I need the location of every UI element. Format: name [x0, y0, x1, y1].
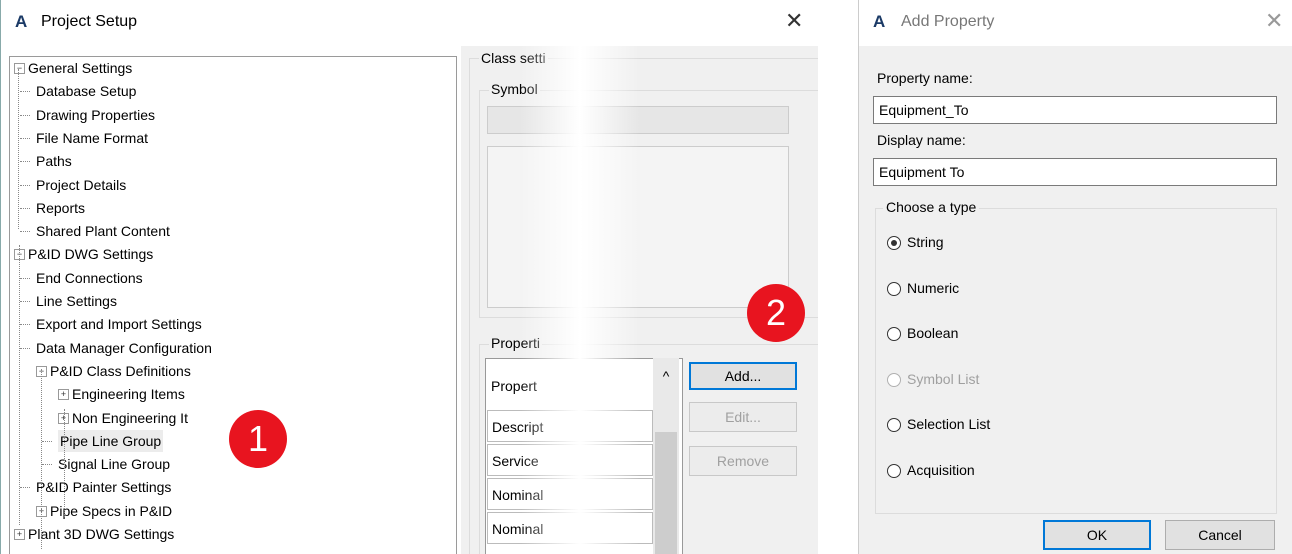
tree-connector — [20, 347, 30, 349]
tree-connector — [20, 277, 30, 279]
tree-connector — [20, 184, 30, 186]
type-radio-label[interactable]: Symbol List — [907, 371, 979, 387]
tree-item[interactable]: Reports — [36, 197, 85, 219]
tree-connector — [20, 207, 30, 209]
autocad-logo-icon: A — [15, 12, 28, 31]
tree-item[interactable]: Database Setup — [36, 80, 136, 102]
scroll-up-icon[interactable]: ^ — [653, 358, 679, 388]
tree-connector — [20, 487, 30, 489]
property-name-input[interactable]: Equipment_To — [873, 96, 1277, 124]
tree-item[interactable]: Paths — [36, 150, 72, 172]
close-icon[interactable]: ✕ — [1265, 8, 1283, 34]
tree-item[interactable]: End Connections — [36, 267, 143, 289]
tree-item[interactable]: Data Manager Configuration — [36, 337, 212, 359]
type-radio[interactable] — [887, 418, 901, 432]
tree-item[interactable]: Line Settings — [36, 290, 117, 312]
tree-item[interactable]: Shared Plant Content — [36, 220, 170, 242]
tree-connector — [19, 245, 20, 525]
tree-item[interactable]: Drawing Properties — [36, 104, 155, 126]
tree-item[interactable]: P&ID DWG Settings — [28, 243, 153, 265]
tree-connector — [20, 114, 30, 116]
edit-button[interactable]: Edit... — [689, 402, 797, 432]
display-name-input[interactable]: Equipment To — [873, 158, 1277, 186]
add-property-dialog: A Add Property ✕ Property name: Equipmen… — [858, 0, 1292, 554]
tree-connector — [18, 69, 19, 229]
tree-item[interactable]: Plant 3D DWG Settings — [28, 523, 174, 545]
tree-connector — [20, 161, 30, 163]
remove-button[interactable]: Remove — [689, 446, 797, 476]
callout-badge-1: 1 — [229, 410, 287, 468]
tree-expander-icon[interactable]: + — [58, 389, 69, 401]
type-group-label: Choose a type — [883, 199, 980, 215]
type-radio-label[interactable]: Boolean — [907, 325, 958, 341]
tree-item[interactable]: File Name Format — [36, 127, 148, 149]
cancel-button[interactable]: Cancel — [1165, 520, 1275, 550]
tree-connector — [20, 91, 30, 93]
tree-item[interactable]: Non Engineering It — [72, 407, 188, 429]
tree-item[interactable]: Pipe Specs in P&ID — [50, 500, 172, 522]
tree-item[interactable]: Project Details — [36, 174, 126, 196]
add-button[interactable]: Add... — [689, 362, 797, 390]
type-radio[interactable] — [887, 236, 901, 250]
tree-connector — [64, 409, 65, 517]
settings-tree[interactable]: − General Settings Database Setup Drawing P… — [9, 56, 457, 554]
scroll-thumb[interactable] — [655, 432, 677, 554]
tree-connector — [42, 440, 52, 442]
type-radio[interactable] — [887, 463, 901, 478]
tree-item[interactable]: Engineering Items — [72, 383, 185, 405]
add-property-titlebar[interactable]: A Add Property ✕ — [859, 0, 1292, 46]
tree-item[interactable]: P&ID Painter Settings — [36, 476, 171, 498]
project-setup-titlebar[interactable]: A Project Setup ✕ — [1, 0, 818, 46]
split-fade-divider — [520, 0, 640, 554]
tree-connector — [42, 464, 52, 466]
dialog-title: Add Property — [901, 13, 995, 30]
tree-item[interactable]: Signal Line Group — [58, 453, 170, 475]
tree-connector — [20, 137, 30, 139]
callout-badge-2: 2 — [747, 284, 805, 342]
tree-connector — [20, 301, 30, 302]
tree-item[interactable]: Export and Import Settings — [36, 313, 202, 335]
type-radio-label[interactable]: Selection List — [907, 416, 990, 432]
tree-connector — [20, 324, 30, 326]
display-name-label: Display name: — [877, 132, 966, 148]
tree-item[interactable]: Pipe Line Group — [58, 429, 164, 452]
tree-expander-icon[interactable]: + — [14, 529, 25, 540]
tree-item[interactable]: P&ID Class Definitions — [50, 360, 191, 382]
tree-connector — [41, 369, 42, 549]
tree-item[interactable]: General Settings — [28, 57, 132, 79]
type-radio[interactable] — [887, 327, 901, 341]
type-radio[interactable] — [887, 281, 901, 296]
project-setup-window: A Project Setup ✕ − General Settings Datab… — [0, 0, 818, 554]
type-radio-label[interactable]: String — [907, 234, 944, 250]
property-name-label: Property name: — [877, 70, 973, 86]
type-radio-label[interactable]: Acquisition — [907, 462, 975, 478]
tree-connector — [20, 231, 30, 233]
type-radio[interactable] — [887, 372, 901, 387]
tree-expander-icon[interactable]: − — [14, 63, 25, 74]
ok-button[interactable]: OK — [1043, 520, 1151, 550]
autocad-logo-icon: A — [873, 12, 886, 31]
window-title: Project Setup — [41, 13, 138, 30]
close-icon[interactable]: ✕ — [785, 8, 803, 34]
type-radio-label[interactable]: Numeric — [907, 280, 959, 296]
